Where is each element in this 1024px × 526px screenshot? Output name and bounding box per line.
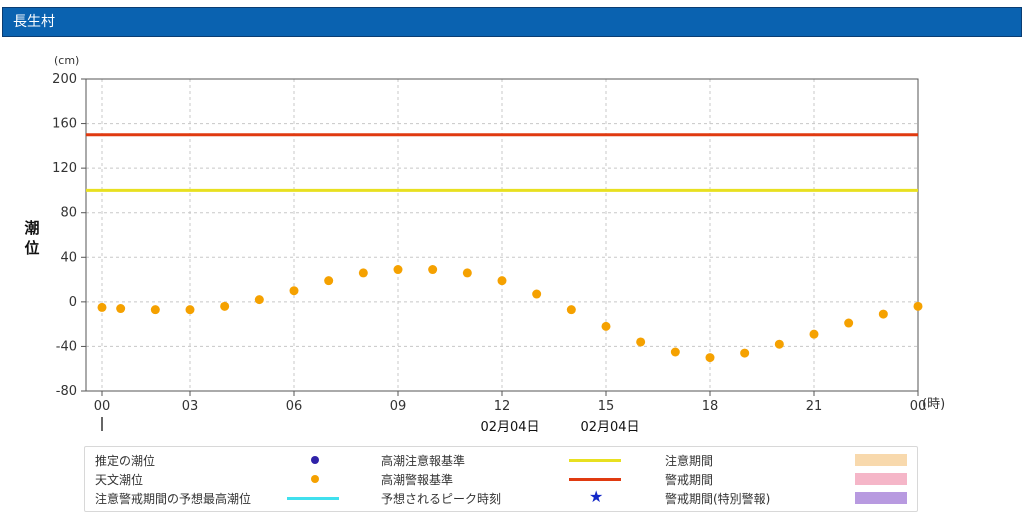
x-tick-label: 15: [598, 399, 615, 414]
tide-point: [185, 305, 195, 315]
y-axis-label: 位: [24, 239, 39, 257]
legend-label: 警戒期間(特別警報): [665, 492, 771, 506]
x-tick-label: 06: [286, 399, 303, 414]
legend-label: 天文潮位: [95, 473, 144, 487]
tide-point: [740, 348, 750, 358]
tide-chart: -80 -40 0 40 80 120 160 200 (cm) 潮位 00 03 06 09 12 15 18…: [24, 54, 945, 435]
tide-point: [532, 289, 542, 299]
tide-point: [705, 353, 715, 363]
x-tick-label: 12: [494, 399, 511, 414]
legend-label: 推定の潮位: [95, 454, 156, 468]
tide-point: [358, 268, 368, 278]
tide-point: [566, 305, 576, 315]
tide-point: [150, 305, 160, 315]
legend-label: 高潮注意報基準: [381, 454, 466, 468]
tide-point: [913, 301, 923, 311]
tide-point: [601, 321, 611, 331]
legend-label: 予想されるピーク時刻: [381, 492, 502, 506]
legend-dot-icon: [311, 456, 319, 464]
tide-point: [393, 265, 403, 275]
date-label: 02月04日: [480, 420, 539, 435]
location-title-bar: 長生村: [2, 7, 1022, 37]
tide-point: [289, 286, 299, 296]
y-axis-label: 潮: [24, 219, 39, 237]
tide-point: [220, 301, 230, 311]
tide-point: [324, 276, 334, 286]
y-tick-label: 200: [52, 72, 77, 87]
legend-box-icon: [855, 454, 907, 466]
y-tick-label: -80: [56, 384, 77, 399]
legend-box-icon: [855, 492, 907, 504]
legend-star-icon: ★: [589, 487, 604, 506]
tide-point: [636, 337, 646, 347]
legend-line-icon: [569, 478, 621, 481]
tide-point: [774, 339, 784, 349]
tide-point: [497, 276, 507, 286]
tide-point: [254, 295, 264, 305]
tide-point: [462, 268, 472, 278]
legend-label: 注意期間: [665, 454, 714, 468]
tide-point: [844, 318, 854, 328]
tide-point: [878, 309, 888, 319]
x-tick-label: 18: [702, 399, 719, 414]
legend-line-icon: [569, 459, 621, 462]
y-tick-label: 120: [52, 161, 77, 176]
y-tick-label: 160: [52, 117, 77, 132]
legend-label: 警戒期間: [665, 473, 714, 487]
y-tick-label: 40: [60, 250, 77, 265]
x-tick-label: 21: [806, 399, 823, 414]
location-title: 長生村: [13, 14, 55, 30]
tide-point: [97, 302, 107, 312]
y-tick-label: 0: [69, 295, 77, 310]
tide-point: [670, 347, 680, 357]
x-tick-label: 03: [182, 399, 199, 414]
tide-point: [809, 329, 819, 339]
y-axis-unit: (cm): [54, 54, 79, 67]
date-label: 02月04日: [580, 420, 639, 435]
legend-box-icon: [855, 473, 907, 485]
legend-label: 高潮警報基準: [381, 473, 454, 487]
tide-point: [428, 265, 438, 275]
chart-legend: 推定の潮位 高潮注意報基準 注意期間天文潮位 高潮警報基準 警戒期間注意警戒期間の予想最…: [84, 446, 918, 512]
x-tick-label: 09: [390, 399, 407, 414]
y-tick-label: -40: [56, 339, 77, 354]
x-axis-unit: (時): [922, 397, 945, 412]
legend-dot-icon: [311, 475, 319, 483]
legend-label: 注意警戒期間の予想最高潮位: [95, 492, 252, 506]
tide-point: [116, 304, 126, 314]
y-tick-label: 80: [60, 206, 77, 221]
legend-line-icon: [287, 497, 339, 500]
x-tick-label: 00: [94, 399, 111, 414]
